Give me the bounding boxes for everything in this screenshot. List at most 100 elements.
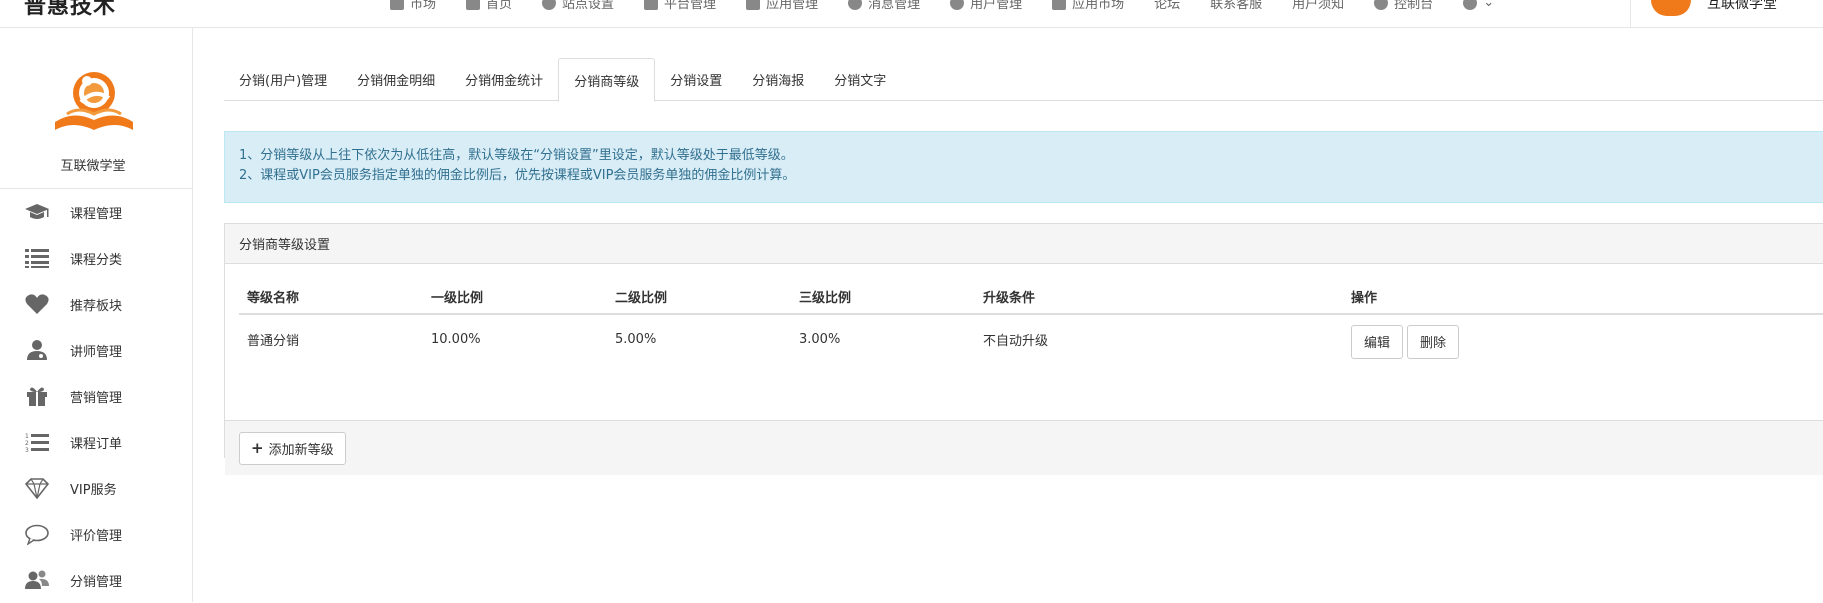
sidebar-item-label: 课程订单	[70, 436, 123, 452]
edit-button[interactable]: 编辑	[1351, 324, 1404, 359]
avatar	[1651, 0, 1691, 16]
ordered-list-icon: 123	[23, 430, 51, 454]
sidebar-item-orders[interactable]: 123 课程订单	[0, 419, 192, 465]
nav-item-notice[interactable]: 用户须知	[1292, 0, 1344, 12]
notice-line-2: 2、课程或VIP会员服务指定单独的佣金比例后，优先按课程或VIP会员服务单独的佣…	[239, 168, 796, 183]
nav-label: 市场	[410, 0, 437, 12]
sidebar-item-marketing[interactable]: 营销管理	[0, 373, 192, 419]
cube-icon	[746, 0, 761, 10]
file-icon	[466, 0, 481, 10]
nav-item-console[interactable]: 控制台	[1374, 0, 1433, 12]
diamond-icon	[23, 476, 51, 500]
nav-label: 用户管理	[970, 0, 1023, 12]
sidebar: 互联微学堂 课程管理 课程分类 推荐板块 讲师管理 营销管理 1 2 3 课程订…	[0, 28, 193, 602]
user-name: 互联微学堂	[1707, 0, 1777, 12]
sidebar-item-reviews[interactable]: 评价管理	[0, 511, 192, 557]
sidebar-logo-area: 互联微学堂	[0, 28, 192, 189]
nav-label: 应用管理	[766, 0, 819, 12]
nav-item-home[interactable]: 首页	[466, 0, 512, 12]
tab-distribution-users[interactable]: 分销(用户)管理	[224, 58, 342, 101]
nav-item-market[interactable]: 市场	[390, 0, 436, 12]
nav-item-app-market[interactable]: 应用市场	[1052, 0, 1124, 12]
sidebar-item-courses[interactable]: 课程管理	[0, 189, 192, 235]
svg-text:1: 1	[25, 433, 29, 440]
nav-item-account[interactable]: ⌄	[1463, 0, 1494, 12]
nav-label: 控制台	[1394, 0, 1434, 12]
nav-item-users[interactable]: 用户管理	[950, 0, 1022, 12]
shop-icon	[1052, 0, 1067, 10]
heart-icon	[23, 292, 51, 316]
chevron-down-icon: ⌄	[1483, 0, 1495, 10]
column-header: 二级比例	[607, 280, 791, 315]
tab-distribution-text[interactable]: 分销文字	[819, 58, 901, 101]
table-header-row: 等级名称 一级比例 二级比例 三级比例 升级条件 操作	[239, 280, 1823, 315]
graduation-cap-icon	[23, 200, 51, 224]
sidebar-item-label: 分销管理	[70, 574, 123, 590]
info-notice: 1、分销等级从上往下依次为从低往高，默认等级在“分销设置”里设定，默认等级处于最…	[224, 131, 1823, 203]
sidebar-item-recommend[interactable]: 推荐板块	[0, 281, 192, 327]
sidebar-menu: 课程管理 课程分类 推荐板块 讲师管理 营销管理 1 2 3 课程订单 VIP服…	[0, 189, 192, 603]
site-logo-icon	[55, 72, 133, 130]
nav-item-support[interactable]: 联系客服	[1210, 0, 1262, 12]
sidebar-item-label: VIP服务	[70, 482, 117, 498]
nav-label: 消息管理	[868, 0, 921, 12]
sidebar-item-course-categories[interactable]: 课程分类	[0, 235, 192, 281]
tab-distribution-poster[interactable]: 分销海报	[737, 58, 819, 101]
nav-label: 论坛	[1154, 0, 1181, 12]
tab-distributor-levels[interactable]: 分销商等级	[558, 58, 656, 102]
nav-label: 首页	[486, 0, 513, 12]
column-header: 等级名称	[239, 280, 423, 315]
sidebar-item-teachers[interactable]: 讲师管理	[0, 327, 192, 373]
brand-name: 普惠技术	[24, 0, 117, 19]
table-row: 普通分销 10.00% 5.00% 3.00% 不自动升级 编辑 删除	[239, 314, 1823, 364]
nav-item-messages[interactable]: 消息管理	[848, 0, 920, 12]
nav-label: 应用市场	[1072, 0, 1125, 12]
dashboard-icon	[1374, 0, 1389, 10]
user-area[interactable]: 互联微学堂	[1630, 0, 1777, 28]
user-md-icon	[23, 338, 51, 362]
column-header: 三级比例	[791, 280, 975, 315]
list-icon	[23, 246, 51, 270]
nav-item-site-settings[interactable]: 站点设置	[542, 0, 614, 12]
level1-ratio-cell: 10.00%	[431, 332, 481, 347]
users-icon	[23, 568, 51, 592]
sidebar-item-label: 评价管理	[70, 528, 123, 544]
svg-text:3: 3	[25, 447, 29, 453]
user-icon	[1463, 0, 1478, 10]
nav-label: 站点设置	[562, 0, 615, 12]
sidebar-item-distribution[interactable]: 分销管理	[0, 557, 192, 603]
nav-item-apps[interactable]: 应用管理	[746, 0, 818, 12]
panel-body: 等级名称 一级比例 二级比例 三级比例 升级条件 操作 普通分销 10.00% …	[225, 280, 1823, 420]
nav-label: 用户须知	[1292, 0, 1345, 12]
level-name-cell: 普通分销	[247, 334, 300, 349]
nav-label: 平台管理	[664, 0, 717, 12]
add-level-button[interactable]: + 添加新等级	[239, 431, 346, 465]
column-header: 操作	[1343, 280, 1823, 315]
level3-ratio-cell: 3.00%	[799, 332, 841, 347]
upgrade-condition-cell: 不自动升级	[983, 334, 1049, 349]
users-icon	[950, 0, 965, 10]
level-table: 等级名称 一级比例 二级比例 三级比例 升级条件 操作 普通分销 10.00% …	[239, 280, 1823, 364]
tab-bar: 分销(用户)管理 分销佣金明细 分销佣金统计 分销商等级 分销设置 分销海报 分…	[224, 58, 1823, 102]
top-nav: 市场 首页 站点设置 平台管理 应用管理 消息管理 用户管理 应用市场 论坛 联…	[390, 0, 1494, 12]
actions-cell: 编辑 删除	[1343, 314, 1823, 364]
sidebar-item-label: 讲师管理	[70, 344, 123, 360]
sidebar-site-name: 互联微学堂	[60, 159, 126, 174]
sidebar-item-label: 推荐板块	[70, 298, 123, 314]
sidebar-item-label: 营销管理	[70, 390, 123, 406]
nav-item-forum[interactable]: 论坛	[1154, 0, 1180, 12]
delete-button[interactable]: 删除	[1407, 324, 1460, 359]
sidebar-item-label: 课程管理	[70, 206, 123, 222]
tab-commission-stats[interactable]: 分销佣金统计	[450, 58, 558, 101]
nav-item-platform[interactable]: 平台管理	[644, 0, 716, 12]
main-content: 分销(用户)管理 分销佣金明细 分销佣金统计 分销商等级 分销设置 分销海报 分…	[193, 28, 1823, 602]
tab-commission-details[interactable]: 分销佣金明细	[342, 58, 450, 101]
panel-footer: + 添加新等级	[225, 420, 1823, 475]
globe-icon	[542, 0, 557, 10]
comment-icon	[23, 522, 51, 546]
home-icon	[390, 0, 404, 10]
brand-logo-text[interactable]: 普惠技术™	[24, 0, 127, 20]
sidebar-item-vip[interactable]: VIP服务	[0, 465, 192, 511]
tab-distribution-settings[interactable]: 分销设置	[655, 58, 737, 101]
notice-line-1: 1、分销等级从上往下依次为从低往高，默认等级在“分销设置”里设定，默认等级处于最…	[239, 148, 794, 163]
